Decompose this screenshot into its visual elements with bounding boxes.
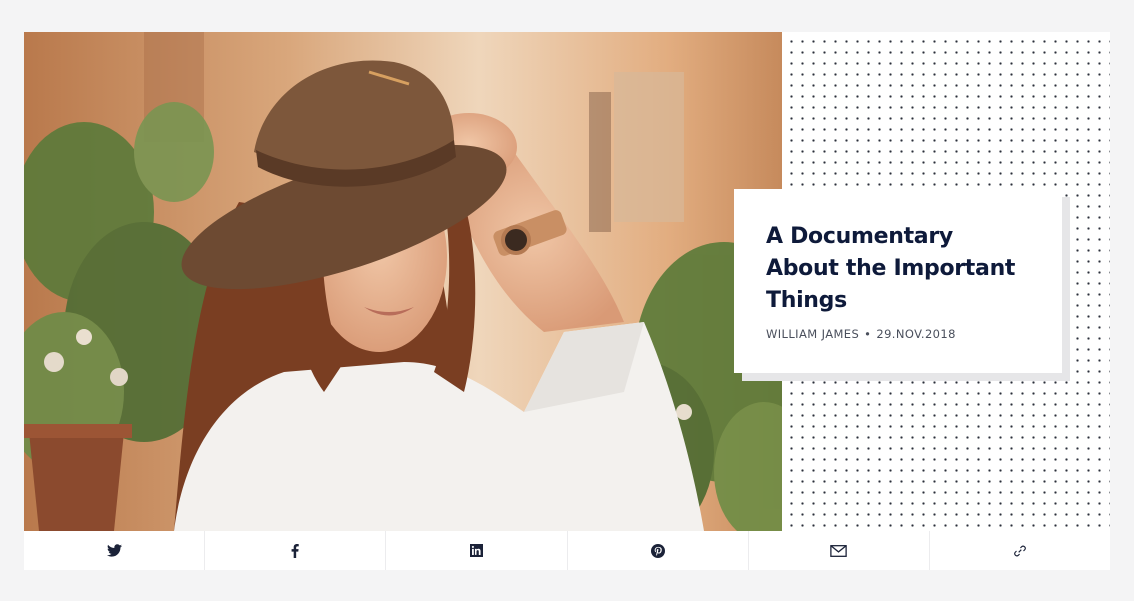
share-bar (24, 531, 1110, 570)
twitter-icon (106, 544, 122, 557)
author-name[interactable]: WILLIAM JAMES (766, 327, 859, 341)
linkedin-icon (469, 544, 483, 557)
hero-image-illustration (24, 32, 782, 531)
pinterest-icon (650, 543, 665, 558)
post-meta: WILLIAM JAMES • 29.NOV.2018 (766, 327, 1032, 341)
post-date: 29.NOV.2018 (876, 327, 956, 341)
facebook-icon (291, 543, 299, 558)
post-title[interactable]: A Documentary About the Important Things (766, 221, 1032, 317)
share-link-button[interactable] (930, 531, 1110, 570)
envelope-icon (830, 544, 848, 557)
share-facebook-button[interactable] (205, 531, 387, 570)
hero-image[interactable] (24, 32, 782, 531)
share-email-button[interactable] (749, 531, 930, 570)
post-card: A Documentary About the Important Things… (24, 32, 1110, 570)
link-icon (1013, 544, 1027, 558)
meta-separator: • (864, 327, 872, 341)
share-pinterest-button[interactable] (568, 531, 749, 570)
share-twitter-button[interactable] (24, 531, 206, 570)
title-card: A Documentary About the Important Things… (734, 189, 1062, 373)
share-linkedin-button[interactable] (386, 531, 568, 570)
